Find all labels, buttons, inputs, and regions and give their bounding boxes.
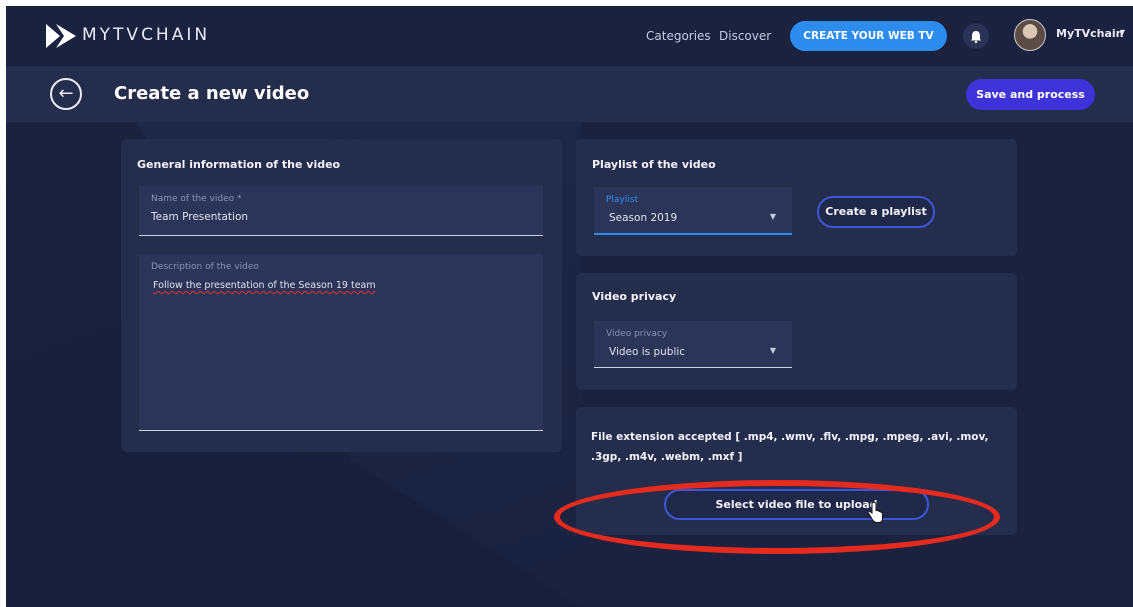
playlist-value: Season 2019	[609, 212, 678, 224]
privacy-title: Video privacy	[592, 290, 677, 303]
playlist-title: Playlist of the video	[592, 158, 716, 171]
privacy-value: Video is public	[609, 346, 686, 358]
page-header: ← Create a new video Save and process	[6, 66, 1133, 122]
video-description-field[interactable]: Description of the video Follow the pres…	[139, 254, 543, 431]
create-playlist-button[interactable]: Create a playlist	[817, 196, 935, 228]
video-description-label: Description of the video	[151, 262, 259, 272]
chevron-down-icon[interactable]: ▾	[1120, 27, 1125, 38]
back-button[interactable]: ←	[50, 78, 82, 110]
avatar[interactable]	[1014, 19, 1046, 51]
chevron-down-icon: ▼	[769, 212, 776, 221]
brand-name[interactable]: MYTVCHAIN	[82, 25, 210, 45]
video-name-field[interactable]: Name of the video * Team Presentation	[139, 186, 543, 236]
mytvchain-logo-icon[interactable]	[46, 24, 76, 48]
hand-pointer-icon	[867, 502, 883, 523]
bell-icon	[971, 30, 981, 43]
nav-categories[interactable]: Categories	[646, 29, 711, 43]
highlight-ellipse	[554, 480, 1000, 554]
video-name-label: Name of the video *	[151, 194, 242, 204]
arrow-left-icon: ←	[58, 83, 74, 104]
nav-discover[interactable]: Discover	[719, 29, 771, 43]
general-info-title: General information of the video	[137, 158, 341, 171]
video-description-value: Follow the presentation of the Season 19…	[153, 280, 376, 291]
privacy-select[interactable]: Video privacy Video is public ▼	[594, 321, 792, 368]
create-web-tv-button[interactable]: CREATE YOUR WEB TV	[790, 21, 947, 51]
accepted-extensions-text: File extension accepted [ .mp4, .wmv, .f…	[591, 431, 989, 463]
video-name-value: Team Presentation	[151, 211, 249, 223]
privacy-panel: Video privacy Video privacy Video is pub…	[576, 273, 1017, 390]
notifications-button[interactable]	[963, 23, 989, 49]
save-and-process-button[interactable]: Save and process	[966, 79, 1095, 110]
playlist-select[interactable]: Playlist Season 2019 ▼	[594, 187, 792, 235]
top-navbar: MYTVCHAIN Categories Discover CREATE YOU…	[6, 6, 1133, 66]
user-name[interactable]: MyTVchain	[1056, 27, 1124, 40]
chevron-down-icon: ▼	[769, 346, 776, 355]
playlist-label: Playlist	[606, 195, 638, 205]
privacy-label: Video privacy	[606, 329, 668, 339]
general-info-panel: General information of the video Name of…	[121, 139, 562, 452]
page-title: Create a new video	[114, 83, 310, 104]
playlist-panel: Playlist of the video Playlist Season 20…	[576, 139, 1017, 256]
app-window: MYTVCHAIN Categories Discover CREATE YOU…	[6, 6, 1133, 607]
